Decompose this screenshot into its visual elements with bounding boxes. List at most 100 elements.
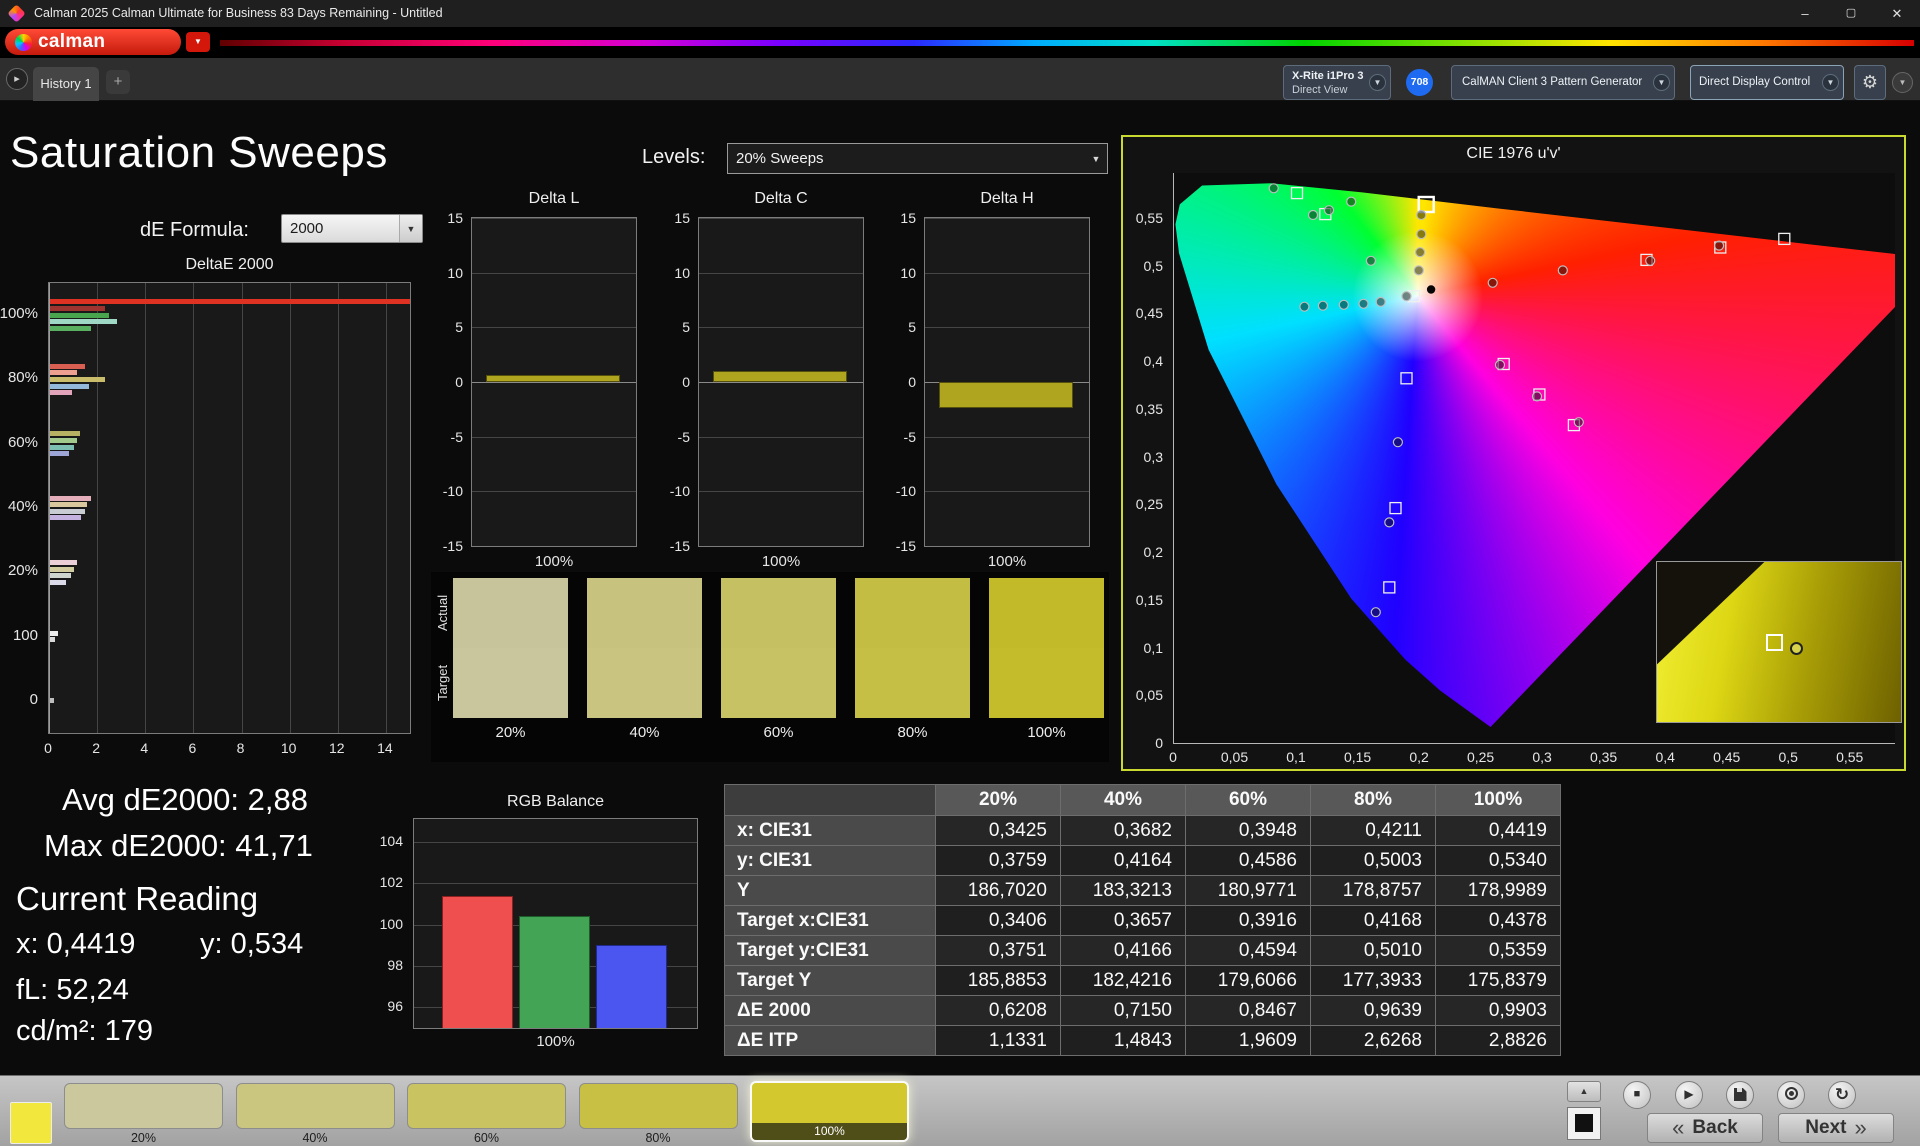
current-reading-heading: Current Reading [16,880,258,918]
chevron-down-icon[interactable]: ▼ [1892,72,1913,93]
table-value-cell: 0,4164 [1061,846,1186,876]
patch-button[interactable] [407,1083,566,1129]
swatch-column-label: 40% [587,724,702,741]
deltae-gridline [242,283,243,733]
chevron-down-icon[interactable]: ▼ [1653,74,1670,91]
cie-x-tick-label: 0,3 [1520,749,1564,765]
table-value-cell: 0,3948 [1186,816,1311,846]
delta-y-tick-label: 15 [900,210,916,226]
cie-y-tick-label: 0,45 [1136,305,1163,321]
meter-badge[interactable]: 708 [1406,69,1433,96]
deltae-bar [50,326,91,331]
inset-target-square [1766,634,1783,651]
swatch-column-label: 80% [855,724,970,741]
patch-label: 80% [579,1131,738,1145]
gridline [472,437,636,438]
back-button[interactable]: « Back [1647,1113,1763,1143]
table-value-cell: 0,6208 [936,996,1061,1026]
deltae-y-label: 80% [8,369,38,386]
deltae-gridline [145,283,146,733]
rgb-balance-chart: RGB Balance 1041021009896 100% [369,793,699,1055]
calman-pinwheel-icon [15,34,32,51]
measured-point [1347,197,1356,206]
target-square [1384,582,1395,593]
delta-l-x-label: 100% [471,553,637,570]
table-value-cell: 0,3751 [936,936,1061,966]
next-button[interactable]: Next » [1778,1113,1894,1143]
stop-button[interactable]: ■ [1623,1081,1651,1109]
deltae-y-label: 0 [30,691,38,708]
deltae-bar [50,438,77,443]
meter-selector-button[interactable]: X-Rite i1Pro 3 Direct View ▼ [1283,65,1391,100]
add-tab-button[interactable]: + [106,70,130,94]
actual-swatch [855,578,970,648]
cie-y-tick-label: 0,1 [1144,640,1163,656]
display-toggle-button[interactable] [1567,1107,1601,1140]
display-control-button[interactable]: Direct Display Control ▼ [1690,65,1844,100]
patch-button-active[interactable]: 100% [750,1081,909,1142]
table-value-cell: 0,4594 [1186,936,1311,966]
rgb-bar-red [442,896,513,1028]
patch-button[interactable] [236,1083,395,1129]
cie-y-tick-label: 0,55 [1136,210,1163,226]
de-formula-dropdown[interactable]: 2000 ▼ [281,214,423,243]
pattern-generator-button[interactable]: CalMAN Client 3 Pattern Generator ▼ [1451,65,1675,100]
minimize-button[interactable]: – [1782,0,1828,27]
chevron-down-icon[interactable]: ▼ [1369,74,1386,91]
patch-button[interactable] [579,1083,738,1129]
target-swatch [989,648,1104,718]
cie-y-tick-label: 0,3 [1144,449,1163,465]
actual-target-swatch-strip: Actual Target 20%40%60%80%100% [431,572,1109,762]
gridline [925,327,1089,328]
save-button[interactable] [1726,1081,1754,1109]
table-value-cell: 0,8467 [1186,996,1311,1026]
gridline [414,842,697,843]
target-square [1292,188,1303,199]
close-button[interactable]: ✕ [1874,0,1920,27]
play-icon: ▶ [1676,1082,1702,1107]
actual-swatch [721,578,836,648]
camera-button[interactable] [1777,1081,1805,1109]
tab-history-1[interactable]: History 1 [33,67,99,101]
gridline [472,273,636,274]
chevron-down-icon[interactable]: ▼ [399,215,422,242]
levels-dropdown[interactable]: 20% Sweeps ▼ [727,143,1108,174]
target-row-label: Target [435,650,449,716]
patch-button[interactable] [64,1083,223,1129]
deltae-gridline [97,283,98,733]
chevron-down-icon[interactable]: ▼ [1085,144,1107,173]
deltae-bar [50,377,105,382]
logo-menu-button[interactable]: ▼ [186,32,210,52]
toolbar: ▸ History 1 + X-Rite i1Pro 3 Direct View… [0,58,1920,101]
maximize-button[interactable]: ▢ [1828,0,1874,27]
table-row-label: ΔE 2000 [725,996,936,1026]
measured-point [1533,392,1542,401]
gear-icon[interactable]: ⚙ [1854,65,1886,100]
deltae-chart-plot [48,282,411,734]
deltae-bar [50,364,85,369]
deltae-gridline [290,283,291,733]
patch-label: 100% [752,1123,907,1140]
delta-y-tick-label: 10 [674,265,690,281]
calman-logo[interactable]: calman [5,29,181,55]
deltae-x-axis: 02468101214 [48,740,411,758]
rgb-x-label: 100% [413,1033,698,1050]
refresh-button[interactable]: ↻ [1828,1081,1856,1109]
table-value-cell: 0,4419 [1436,816,1561,846]
scroll-up-button[interactable]: ▲ [1567,1081,1601,1102]
delta-y-tick-label: -5 [904,429,916,445]
measured-point [1371,608,1380,617]
gridline [925,273,1089,274]
measured-point [1376,297,1385,306]
nav-collapse-button[interactable]: ▸ [6,68,28,90]
play-button[interactable]: ▶ [1675,1081,1703,1109]
measured-point [1385,518,1394,527]
delta-l-plot [471,217,637,547]
delta-bar [939,382,1073,408]
chevron-down-icon[interactable]: ▼ [1822,74,1839,91]
delta-c-x-label: 100% [698,553,864,570]
measured-point [1488,278,1497,287]
cie-diagram-panel: CIE 1976 u'v' 00,050,10,150,20,250,30,35… [1121,135,1906,771]
patch-label: 20% [64,1131,223,1145]
target-square [1779,233,1790,244]
